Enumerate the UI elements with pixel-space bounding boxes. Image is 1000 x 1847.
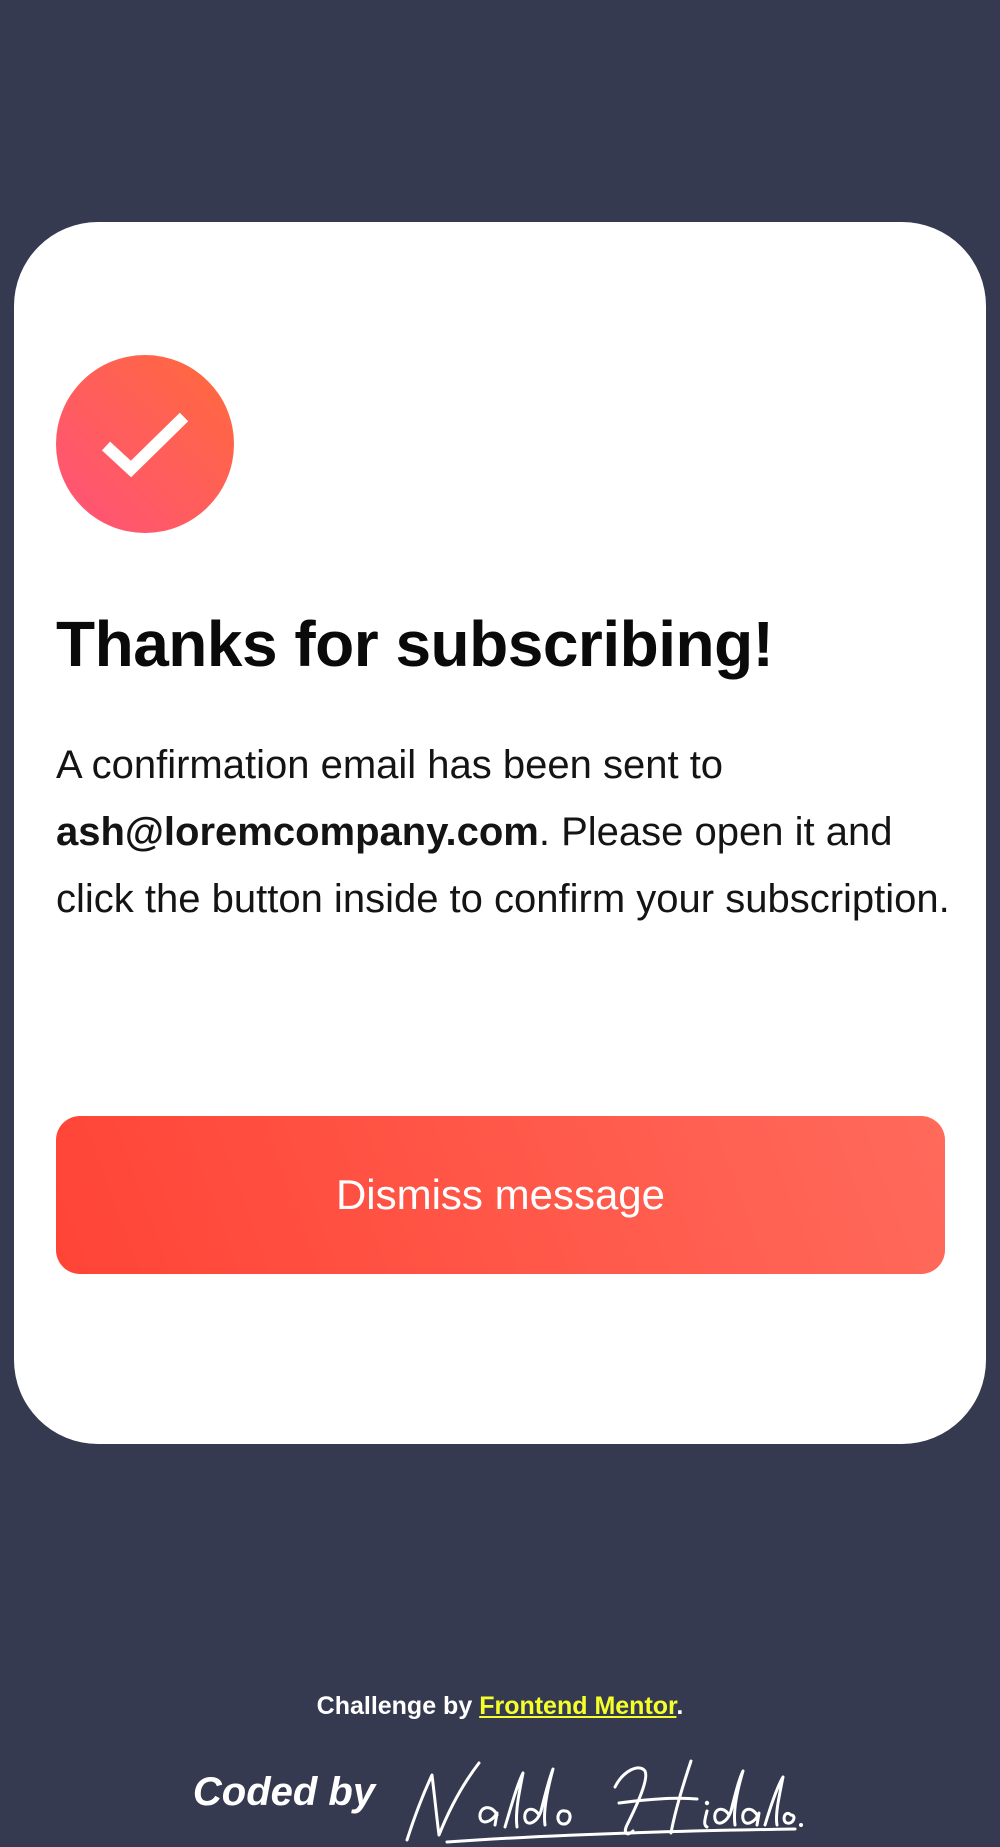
success-card: Thanks for subscribing! A confirmation e…	[14, 222, 986, 1444]
frontend-mentor-link[interactable]: Frontend Mentor	[479, 1692, 676, 1720]
challenge-suffix: .	[676, 1692, 684, 1720]
dismiss-message-button[interactable]: Dismiss message	[56, 1116, 945, 1274]
checkmark-icon	[101, 412, 189, 478]
challenge-attribution: Challenge by Frontend Mentor.	[0, 1692, 1000, 1721]
confirmation-message: A confirmation email has been sent to as…	[56, 732, 956, 933]
challenge-prefix: Challenge by	[316, 1692, 480, 1720]
coded-by-credit: Coded by	[0, 1745, 1000, 1845]
page-title: Thanks for subscribing!	[56, 608, 774, 680]
email-address: ash@loremcompany.com	[56, 810, 539, 854]
author-signature	[405, 1759, 804, 1844]
message-prefix: A confirmation email has been sent to	[56, 743, 724, 787]
success-badge	[56, 355, 234, 533]
coded-by-label: Coded by	[192, 1770, 376, 1814]
